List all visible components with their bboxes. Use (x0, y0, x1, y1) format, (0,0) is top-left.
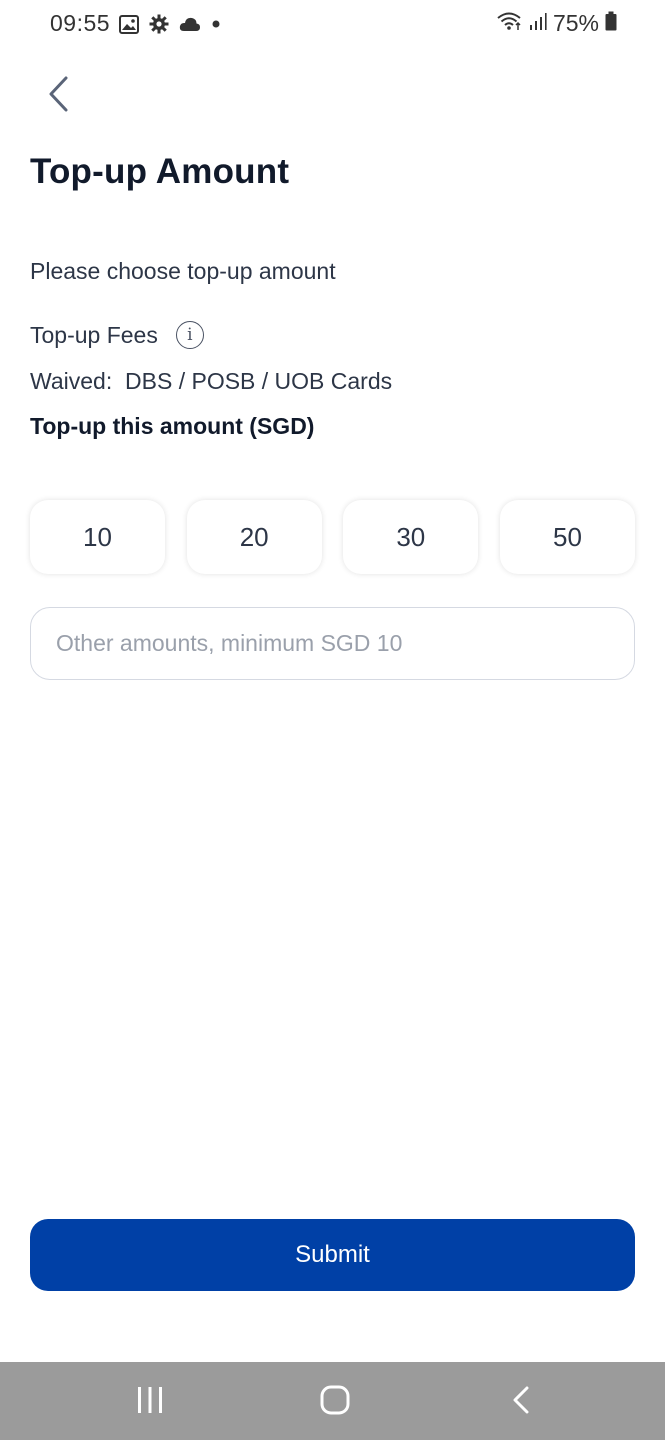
amount-option-50[interactable]: 50 (499, 500, 635, 574)
amount-option-10[interactable]: 10 (30, 500, 165, 574)
dot-icon (211, 19, 221, 29)
system-back-button[interactable] (499, 1382, 543, 1422)
info-icon[interactable]: i (175, 321, 204, 349)
amount-options: 10 20 30 50 (30, 500, 635, 574)
instruction-text: Please choose top-up amount (30, 258, 336, 284)
system-nav-bar (0, 1362, 665, 1440)
submit-button[interactable]: Submit (30, 1219, 635, 1291)
home-icon (320, 1385, 350, 1420)
other-amount-input[interactable] (30, 607, 635, 680)
back-button[interactable] (36, 72, 80, 120)
amount-label: Top-up this amount (SGD) (30, 413, 315, 439)
amount-option-20[interactable]: 20 (186, 500, 322, 574)
waived-fees-text: Waived: DBS / POSB / UOB Cards (30, 368, 393, 394)
battery-icon (605, 10, 617, 37)
status-notification-icons (119, 14, 221, 34)
chevron-left-icon (46, 75, 70, 118)
status-time: 09:55 (50, 10, 111, 36)
status-system-icons: 75% (497, 10, 617, 37)
back-icon (511, 1385, 531, 1420)
status-bar: 09:55 75% (0, 0, 665, 52)
top-up-fees-row: Top-up Fees i (30, 321, 204, 349)
recent-apps-button[interactable] (128, 1382, 172, 1422)
gear-icon (149, 14, 169, 34)
image-icon (119, 14, 139, 34)
recent-apps-icon (136, 1385, 164, 1420)
page-title: Top-up Amount (30, 152, 290, 191)
signal-icon (529, 10, 547, 37)
battery-label: 75% (552, 10, 599, 36)
topup-screen: 09:55 75% Top-up Amount Please choose to… (0, 0, 665, 1440)
amount-option-30[interactable]: 30 (343, 500, 479, 574)
cloud-icon (179, 16, 201, 32)
home-button[interactable] (313, 1382, 357, 1422)
top-up-fees-label: Top-up Fees (30, 321, 158, 348)
wifi-icon (497, 10, 523, 37)
